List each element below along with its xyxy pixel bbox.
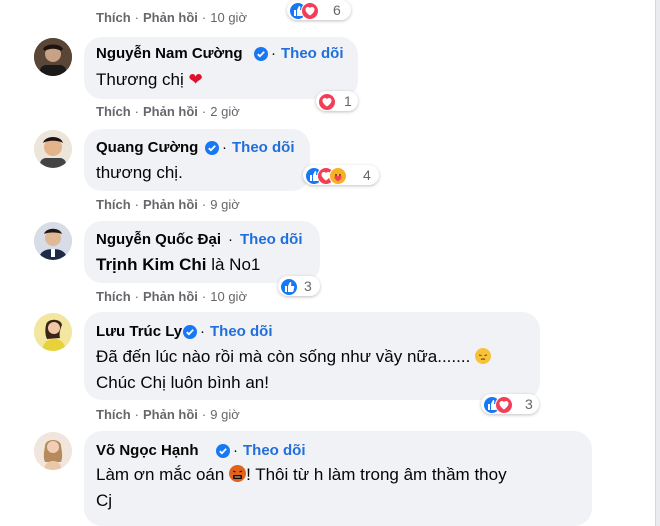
timestamp[interactable]: 9 giờ	[210, 197, 240, 212]
comment-text-line: Đã đến lúc nào rồi mà còn sống như vầy n…	[96, 347, 492, 367]
avatar[interactable]	[34, 130, 72, 168]
comment-text: Trịnh Kim Chi là No1	[96, 255, 261, 274]
comment-text-line: Cj	[96, 491, 113, 510]
avatar[interactable]	[34, 313, 72, 351]
verified-badge-icon	[205, 141, 219, 155]
love-reaction-icon	[301, 2, 319, 20]
avatar[interactable]	[34, 222, 72, 260]
comment-text: Thương chị ❤	[96, 70, 203, 89]
comment-actions: Thích · Phản hồi · 9 giờ	[96, 197, 240, 212]
commenter-name[interactable]: Lưu Trúc Ly	[96, 323, 182, 340]
comment-text-line: Làm ơn mắc oán ! Thôi từ h làm trong âm …	[96, 465, 507, 484]
avatar[interactable]	[34, 432, 72, 470]
comment-actions: Thích · Phản hồi · 2 giờ	[96, 104, 240, 119]
reply-link[interactable]: Phản hồi	[143, 407, 198, 422]
comment-actions: Thích · Phản hồi · 10 giờ	[96, 289, 247, 304]
love-reaction-icon	[318, 93, 336, 111]
comment-text: thương chị.	[96, 163, 183, 182]
follow-button[interactable]: Theo dõi	[240, 231, 303, 248]
timestamp[interactable]: 2 giờ	[210, 104, 240, 119]
avatar[interactable]	[34, 38, 72, 76]
verified-badge-icon	[183, 325, 197, 339]
pensive-face-emoji-icon	[475, 348, 492, 364]
commenter-name[interactable]: Nguyễn Nam Cường	[96, 45, 243, 62]
reaction-summary[interactable]: 4	[303, 165, 379, 185]
like-reaction-icon	[280, 278, 298, 296]
timestamp[interactable]: 9 giờ	[210, 407, 240, 422]
comment-actions: Thích · Phản hồi · 9 giờ	[96, 407, 240, 422]
page-right-edge	[655, 0, 660, 526]
reaction-count: 1	[344, 93, 352, 109]
reaction-count: 3	[525, 396, 533, 412]
like-link[interactable]: Thích	[96, 407, 131, 422]
follow-button[interactable]: Theo dõi	[281, 45, 344, 62]
reaction-summary[interactable]: 3	[481, 394, 539, 414]
commenter-name[interactable]: Nguyễn Quốc Đại	[96, 231, 221, 248]
follow-button[interactable]: Theo dõi	[210, 323, 273, 340]
follow-button[interactable]: Theo dõi	[232, 139, 295, 156]
reaction-count: 4	[363, 167, 371, 183]
care-reaction-icon	[329, 167, 347, 185]
follow-button[interactable]: Theo dõi	[243, 442, 306, 459]
timestamp[interactable]: 10 giờ	[210, 289, 247, 304]
reply-link[interactable]: Phản hồi	[143, 289, 198, 304]
reaction-summary[interactable]: 1	[316, 91, 358, 111]
comment-text-line: Chúc Chị luôn bình an!	[96, 373, 269, 392]
like-link[interactable]: Thích	[96, 197, 131, 212]
red-heart-emoji-icon: ❤	[188, 70, 203, 89]
love-reaction-icon	[495, 396, 513, 414]
reaction-count: 6	[333, 2, 341, 18]
comment-actions-prev: Thích · Phản hồi · 10 giờ	[96, 10, 247, 25]
commenter-name[interactable]: Quang Cường	[96, 139, 198, 156]
tagged-user-link[interactable]: Trịnh Kim Chi	[96, 255, 207, 274]
reply-link[interactable]: Phản hồi	[143, 197, 198, 212]
reply-link[interactable]: Phản hồi	[143, 104, 198, 119]
timestamp[interactable]: 10 giờ	[210, 10, 247, 25]
verified-badge-icon	[216, 444, 230, 458]
commenter-name[interactable]: Võ Ngọc Hạnh	[96, 442, 199, 459]
like-link[interactable]: Thích	[96, 289, 131, 304]
reaction-summary-prev[interactable]: 6	[287, 0, 351, 20]
reply-link[interactable]: Phản hồi	[143, 10, 198, 25]
reaction-count: 3	[304, 278, 312, 294]
reaction-summary[interactable]: 3	[278, 276, 320, 296]
like-link[interactable]: Thích	[96, 10, 131, 25]
angry-swearing-face-emoji-icon	[229, 465, 247, 482]
like-link[interactable]: Thích	[96, 104, 131, 119]
verified-badge-icon	[254, 47, 268, 61]
